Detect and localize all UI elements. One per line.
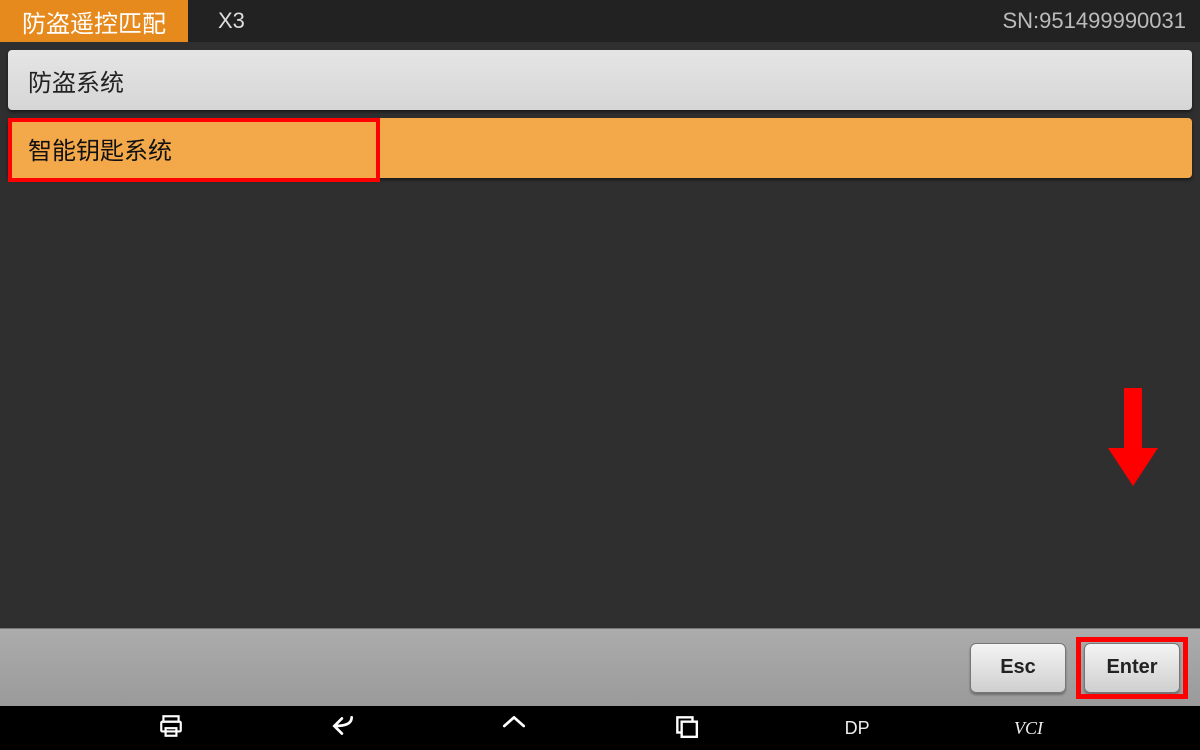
annotation-arrow-icon <box>1108 388 1158 498</box>
home-icon <box>501 713 527 744</box>
header-subtitle: X3 <box>188 0 275 42</box>
list-item-selected[interactable]: 智能钥匙系统 <box>8 118 1192 178</box>
enter-button[interactable]: Enter <box>1084 643 1180 693</box>
list-item-label: 防盗系统 <box>28 63 124 98</box>
back-icon <box>330 713 356 744</box>
header-sn: SN:951499990031 <box>989 0 1200 42</box>
header-title: 防盗遥控匹配 <box>22 4 166 39</box>
nav-spacer <box>0 706 86 750</box>
nav-back-button[interactable] <box>257 706 428 750</box>
nav-dp-label: DP <box>845 718 870 739</box>
printer-icon <box>158 713 184 744</box>
list-item-label: 智能钥匙系统 <box>28 131 172 166</box>
nav-spacer <box>1114 706 1200 750</box>
esc-button[interactable]: Esc <box>970 643 1066 693</box>
header-title-tab: 防盗遥控匹配 <box>0 0 188 42</box>
nav-recent-button[interactable] <box>600 706 771 750</box>
nav-vci-label: VCI <box>1014 718 1043 739</box>
system-navbar: DP VCI <box>0 706 1200 750</box>
main-area: 防盗系统 智能钥匙系统 <box>0 42 1200 628</box>
nav-dp-button[interactable]: DP <box>771 706 942 750</box>
nav-home-button[interactable] <box>429 706 600 750</box>
nav-print-button[interactable] <box>86 706 257 750</box>
nav-vci-button[interactable]: VCI <box>943 706 1114 750</box>
button-bar: Esc Enter <box>0 628 1200 706</box>
header-spacer <box>275 0 989 42</box>
recent-apps-icon <box>673 713 699 744</box>
header-bar: 防盗遥控匹配 X3 SN:951499990031 <box>0 0 1200 42</box>
list-item[interactable]: 防盗系统 <box>8 50 1192 110</box>
